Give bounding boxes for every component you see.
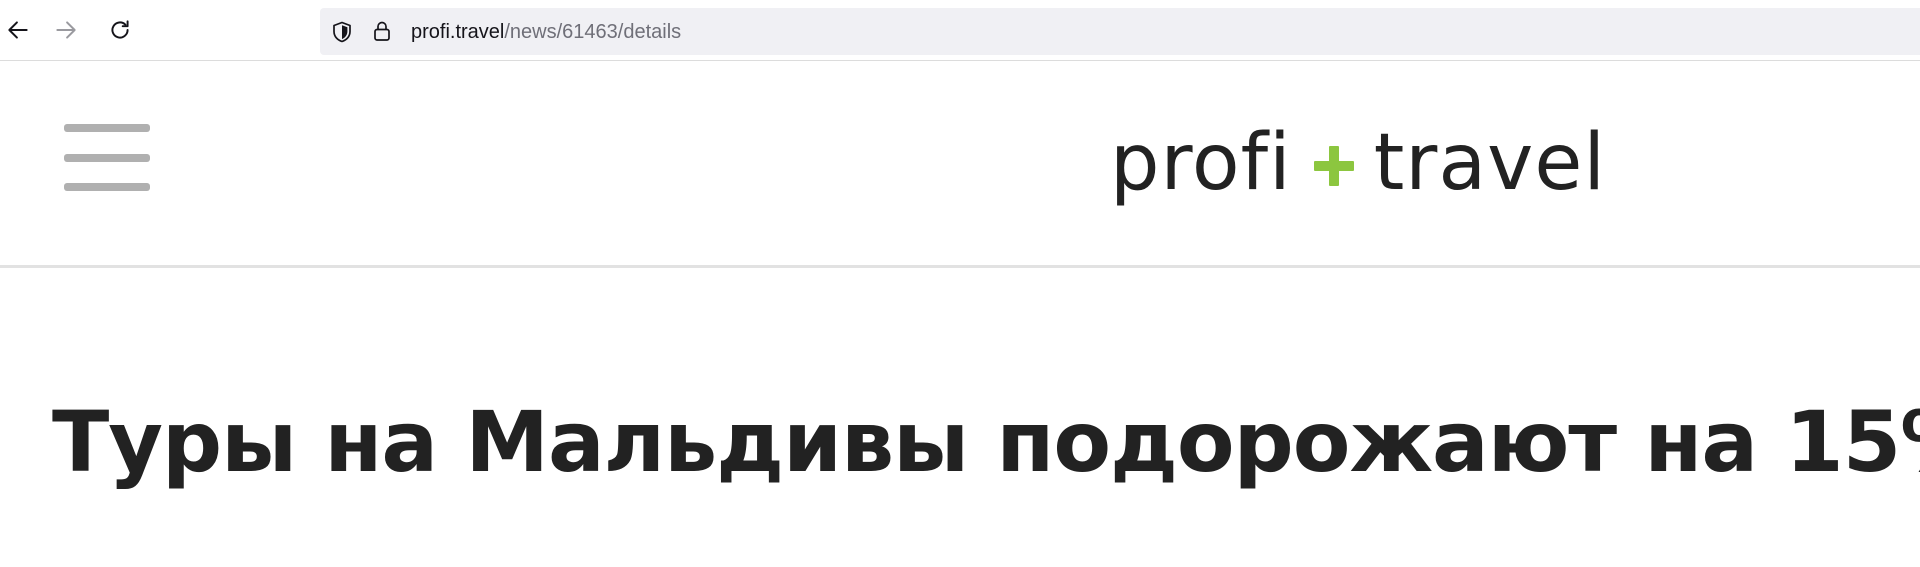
menu-button[interactable] [62, 124, 154, 200]
logo-plus-icon [1313, 146, 1354, 186]
reload-icon [111, 20, 129, 39]
browser-toolbar: profi.travel/news/61463/details [0, 0, 1920, 61]
article-title: Туры на Мальдивы подорожают на 15% [52, 393, 1920, 491]
address-bar[interactable]: profi.travel/news/61463/details [320, 8, 1920, 55]
logo-text-right: travel [1373, 118, 1606, 208]
lock-icon[interactable] [370, 19, 394, 43]
site-header: profi travel [0, 61, 1920, 268]
shield-icon[interactable] [330, 20, 354, 44]
url-text[interactable]: profi.travel/news/61463/details [411, 20, 681, 44]
hamburger-icon [64, 183, 150, 191]
forward-arrow-icon [56, 21, 76, 39]
logo-text-left: profi [1110, 118, 1292, 208]
reload-button[interactable] [102, 12, 138, 48]
forward-button[interactable] [48, 12, 84, 48]
url-host: profi.travel [411, 21, 505, 43]
site-logo[interactable]: profi travel [1110, 113, 1606, 213]
back-button[interactable] [0, 12, 36, 48]
hamburger-icon [64, 154, 150, 162]
hamburger-icon [64, 124, 150, 132]
back-arrow-icon [8, 21, 28, 39]
url-path: /news/61463/details [504, 21, 682, 43]
